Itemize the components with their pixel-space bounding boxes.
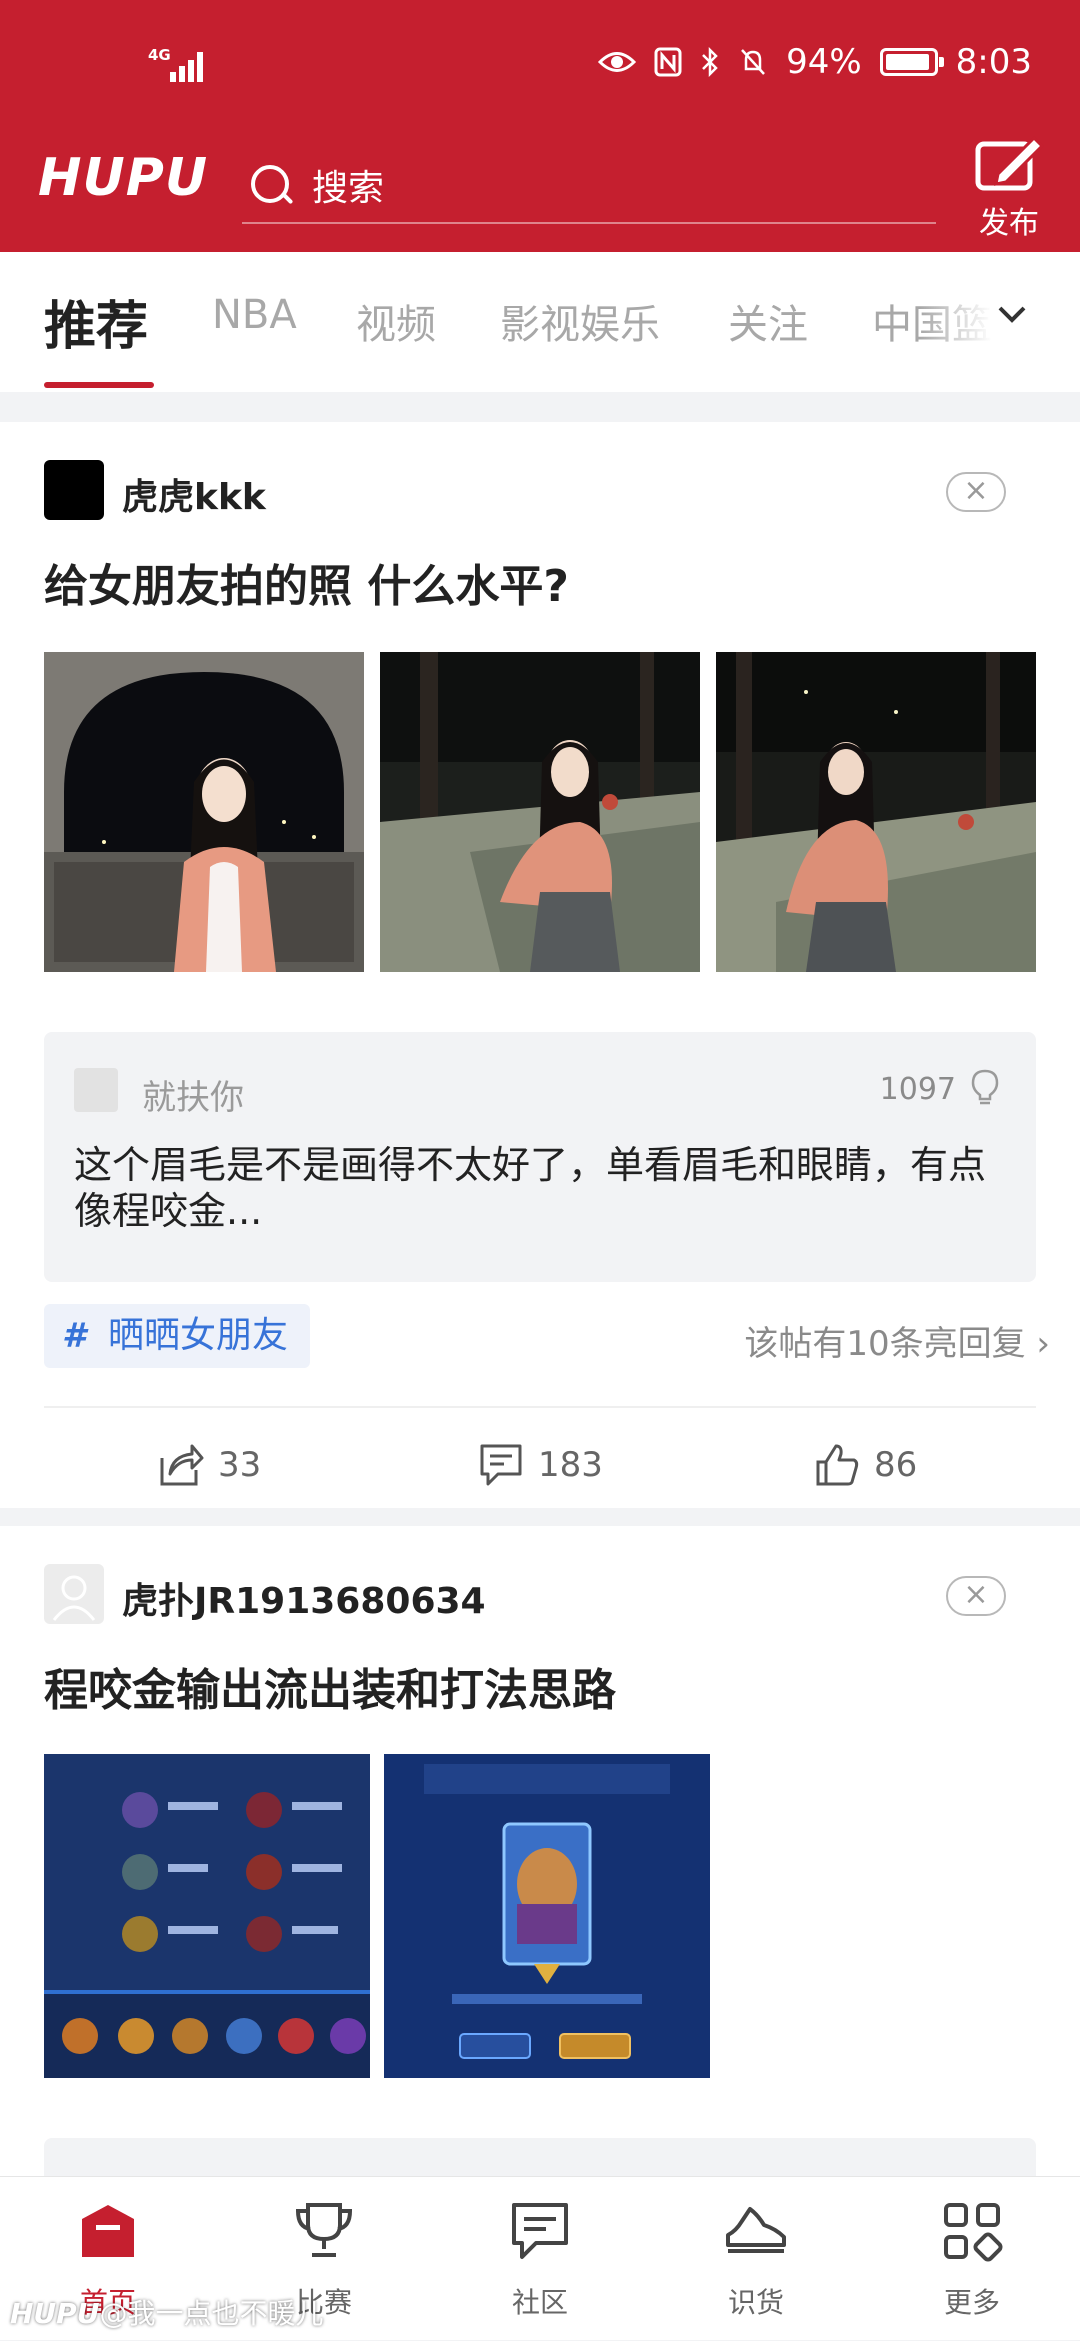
battery-percent: 94% — [786, 42, 862, 82]
avatar[interactable] — [44, 1564, 104, 1624]
post-image[interactable] — [384, 1754, 710, 2078]
network-type: 4G — [148, 46, 171, 64]
publish-label: 发布 — [979, 206, 1039, 241]
nav-more[interactable]: 更多 — [892, 2177, 1052, 2341]
clock: 8:03 — [955, 42, 1032, 82]
home-icon — [82, 2205, 134, 2257]
post-image[interactable] — [716, 652, 1036, 972]
post-author[interactable]: 虎扑JR1913680634 — [122, 1572, 486, 1624]
nav-label: 更多 — [943, 2286, 1000, 2319]
comment-count: 183 — [538, 1445, 603, 1485]
search-placeholder: 搜索 — [312, 168, 385, 209]
nav-shopping[interactable]: 识货 — [676, 2177, 836, 2341]
category-tabs: 推荐 NBA 视频 影视娱乐 关注 中国篮 — [0, 252, 1080, 392]
post-author[interactable]: 虎虎kkk — [122, 468, 266, 520]
battery-icon — [879, 48, 944, 76]
avatar — [74, 1068, 118, 1112]
post-title[interactable]: 程咬金输出流出装和打法思路 — [44, 1654, 616, 1718]
publish-button[interactable]: 发布 — [968, 134, 1050, 244]
watermark-text: @我一点也不暖儿 — [99, 2297, 324, 2330]
sneaker-icon — [726, 2207, 786, 2253]
hot-replies-link[interactable]: 该帖有10条亮回复 › — [744, 1316, 1050, 1365]
post-card[interactable]: 虎虎kkk × 给女朋友拍的照 什么水平? 就扶你 1097 这个眉毛是不是画得… — [0, 422, 1080, 1508]
tab-nba[interactable]: NBA — [212, 292, 297, 338]
compose-icon — [975, 135, 1045, 191]
tab-recommend[interactable]: 推荐 — [44, 284, 148, 359]
search-bar[interactable]: 搜索 — [242, 148, 936, 224]
watermark-logo: HUPU — [10, 2297, 100, 2330]
nav-community[interactable]: 社区 — [460, 2177, 620, 2341]
share-count: 33 — [218, 1445, 262, 1485]
share-icon — [160, 1444, 204, 1486]
nav-label: 识货 — [727, 2286, 784, 2319]
post-card[interactable]: 虎扑JR1913680634 × 程咬金输出流出装和打法思路 — [0, 1526, 1080, 2226]
app-header: 4G 94% 8:03 HUPU 搜索 发布 — [0, 0, 1080, 252]
comment-button[interactable]: 183 — [478, 1422, 603, 1508]
comment-author: 就扶你 — [142, 1078, 244, 1118]
hupu-logo[interactable]: HUPU — [38, 148, 208, 208]
signal-icon: 4G — [148, 46, 208, 82]
post-image[interactable] — [44, 652, 364, 972]
divider — [44, 1406, 1036, 1408]
dismiss-post-button[interactable]: × — [946, 1576, 1006, 1616]
topic-hash-icon: # — [62, 1316, 86, 1356]
active-tab-indicator — [44, 382, 154, 388]
nav-label: 社区 — [511, 2286, 568, 2319]
tab-following[interactable]: 关注 — [728, 292, 808, 350]
thumbs-up-icon — [816, 1444, 859, 1486]
grid-icon — [944, 2203, 1003, 2262]
mute-icon — [741, 49, 765, 75]
comment-text: 这个眉毛是不是画得不太好了，单看眉毛和眼睛，有点像程咬金... — [74, 1143, 987, 1233]
lightbulb-icon[interactable] — [970, 1068, 1000, 1108]
search-icon — [248, 162, 294, 208]
share-button[interactable]: 33 — [158, 1422, 261, 1508]
comment-icon — [480, 1444, 522, 1486]
comment-like-count: 1097 — [879, 1072, 956, 1107]
chat-icon — [512, 2203, 568, 2259]
eye-icon — [598, 52, 637, 72]
post-image[interactable] — [380, 652, 700, 972]
like-button[interactable]: 86 — [814, 1422, 917, 1508]
status-icons: 94% 8:03 — [598, 42, 1032, 82]
dismiss-post-button[interactable]: × — [946, 472, 1006, 512]
bluetooth-icon — [702, 47, 718, 77]
trophy-icon — [295, 2203, 353, 2257]
chevron-down-icon[interactable] — [994, 296, 1030, 332]
post-image[interactable] — [44, 1754, 370, 2078]
post-title[interactable]: 给女朋友拍的照 什么水平? — [44, 550, 569, 614]
like-count: 86 — [874, 1445, 918, 1485]
tab-video[interactable]: 视频 — [356, 292, 436, 350]
watermark: HUPU@我一点也不暖儿 — [10, 2292, 323, 2332]
tab-entertainment[interactable]: 影视娱乐 — [500, 292, 660, 350]
topic-label: 晒晒女朋友 — [108, 1315, 289, 1356]
status-bar: 4G 94% 8:03 — [0, 0, 1080, 130]
topic-tag[interactable]: # 晒晒女朋友 — [44, 1304, 311, 1368]
avatar[interactable] — [44, 460, 104, 520]
nfc-icon — [654, 47, 682, 77]
top-comment[interactable]: 就扶你 1097 这个眉毛是不是画得不太好了，单看眉毛和眼睛，有点像程咬金... — [44, 1032, 1036, 1282]
post-actions: 33 183 86 — [0, 1422, 1080, 1508]
